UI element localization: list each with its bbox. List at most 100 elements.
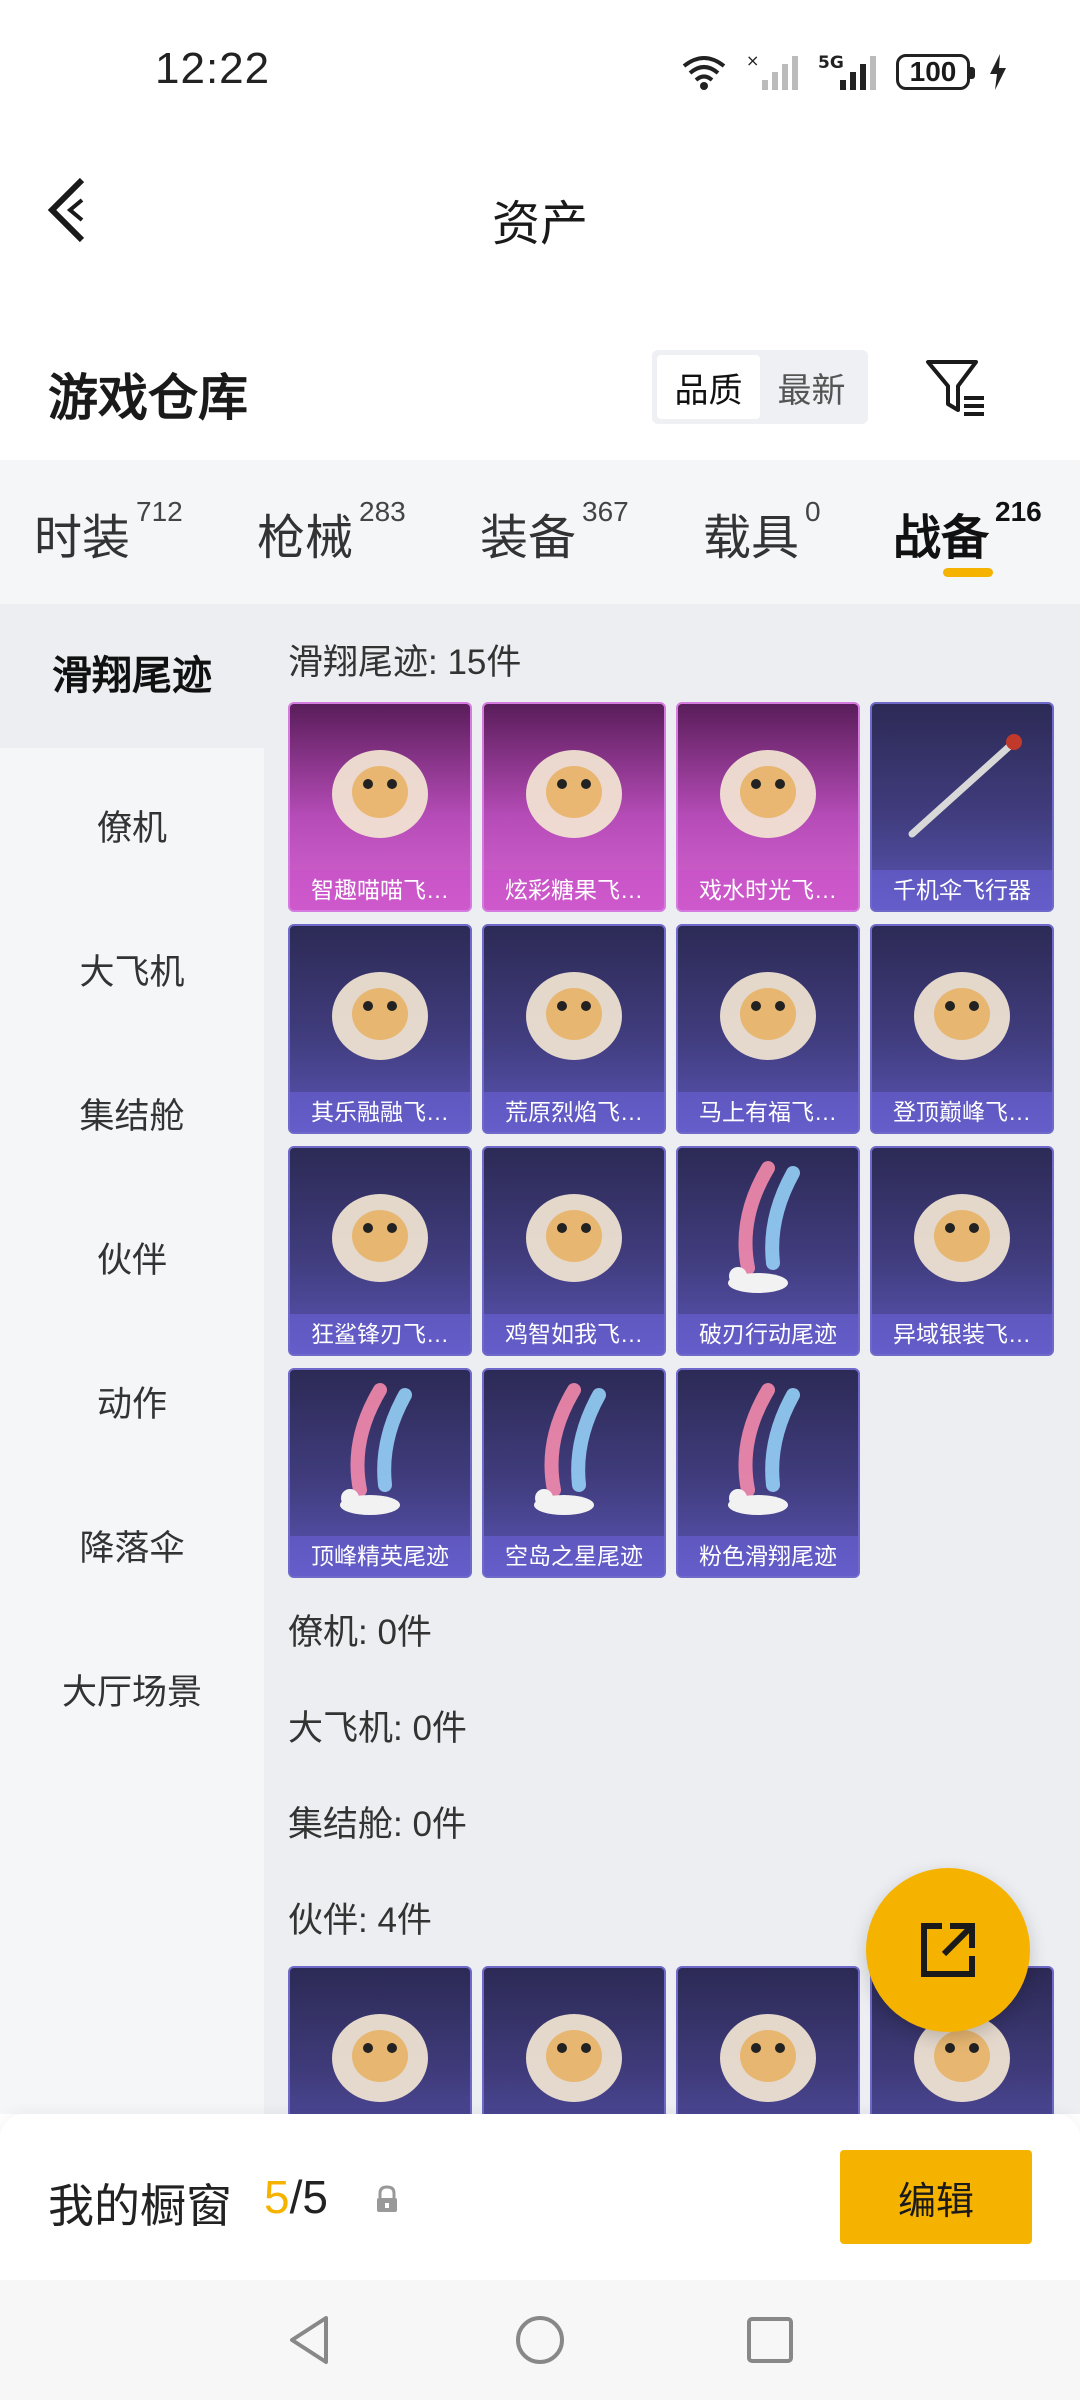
item-card-label: 智趣喵喵飞…	[290, 870, 470, 910]
filter-icon	[926, 360, 984, 416]
item-card-label: 登顶巅峰飞…	[872, 1092, 1052, 1132]
item-card-label: 炫彩糖果飞…	[484, 870, 664, 910]
jet-glider-icon	[914, 972, 1010, 1060]
sidebar-item-glide-trail[interactable]: 滑翔尾迹	[0, 604, 264, 748]
tab-count: 216	[995, 496, 1042, 527]
item-card-label: 鸡智如我飞…	[484, 1314, 664, 1354]
smoke-trail-icon	[534, 1383, 606, 1515]
item-card[interactable]: 马上有福飞…	[676, 924, 860, 1134]
system-nav-bar	[0, 2280, 1080, 2400]
header: 资产	[0, 140, 1080, 280]
sidebar-item-parachute[interactable]: 降落伞	[0, 1520, 264, 1571]
horse-toy-icon	[720, 972, 816, 1060]
section-wingman: 僚机: 0件	[288, 1613, 432, 1652]
filter-button[interactable]	[920, 352, 990, 422]
share-export-icon	[921, 1923, 975, 1977]
sort-option-quality[interactable]: 品质	[657, 355, 760, 419]
item-card[interactable]: 戏水时光飞…	[676, 702, 860, 912]
wing-glider-icon	[914, 1194, 1010, 1282]
nav-back-icon[interactable]	[280, 2310, 340, 2370]
sidebar: 滑翔尾迹 僚机 大飞机 集结舱 伙伴 动作 降落伞 大厅场景	[0, 604, 264, 2114]
warehouse-title: 游戏仓库	[48, 370, 248, 426]
showcase-title: 我的橱窗	[48, 2180, 232, 2232]
item-card-label: 千机伞飞行器	[872, 870, 1052, 910]
item-card[interactable]: 空岛之星尾迹	[482, 1368, 666, 1578]
item-card[interactable]: 其乐融融飞…	[288, 924, 472, 1134]
item-card[interactable]	[482, 1966, 666, 2114]
item-card[interactable]: 鸡智如我飞…	[482, 1146, 666, 1356]
battery-indicator: 100	[896, 54, 975, 90]
item-card[interactable]: 荒原烈焰飞…	[482, 924, 666, 1134]
item-card[interactable]: 异域银装飞…	[870, 1146, 1054, 1356]
section-partner: 伙伴: 4件	[288, 1901, 432, 1940]
tab-label: 枪械	[257, 512, 354, 565]
item-card-label: 异域银装飞…	[872, 1314, 1052, 1354]
sidebar-item-emote[interactable]: 动作	[0, 1376, 264, 1427]
tab-battle-prep[interactable]: 战备216	[893, 496, 1042, 568]
section-capsule: 集结舱: 0件	[288, 1805, 467, 1844]
tab-fashion[interactable]: 时装712	[34, 496, 183, 568]
showcase-bar: 我的橱窗 5/5 编辑	[0, 2114, 1080, 2280]
item-card-label: 戏水时光飞…	[678, 870, 858, 910]
item-card[interactable]	[676, 1966, 860, 2114]
no-signal-icon: ×	[746, 52, 798, 90]
item-card[interactable]: 千机伞飞行器	[870, 702, 1054, 912]
glide-trail-grid: 智趣喵喵飞… 炫彩糖果飞… 戏水时光飞… 千机伞飞行器其乐融融飞… 荒原烈焰飞… 马上有福…	[288, 702, 1068, 1582]
item-card-label: 荒原烈焰飞…	[484, 1092, 664, 1132]
svg-text:×: ×	[746, 52, 759, 70]
tab-count: 367	[582, 496, 629, 527]
item-card[interactable]: 顶峰精英尾迹	[288, 1368, 472, 1578]
smoke-trail-icon	[340, 1383, 412, 1515]
wifi-icon	[682, 56, 726, 90]
chicken-glider-icon	[526, 1194, 622, 1282]
item-card[interactable]: 炫彩糖果飞…	[482, 702, 666, 912]
penguin-balloon-icon	[332, 972, 428, 1060]
item-card[interactable]: 登顶巅峰飞…	[870, 924, 1054, 1134]
sidebar-item-big-plane[interactable]: 大飞机	[0, 944, 264, 995]
item-card[interactable]: 粉色滑翔尾迹	[676, 1368, 860, 1578]
sidebar-item-partner[interactable]: 伙伴	[0, 1232, 264, 1283]
sort-option-latest[interactable]: 最新	[760, 355, 863, 419]
tab-count: 283	[359, 496, 406, 527]
nav-recents-icon[interactable]	[740, 2310, 800, 2370]
item-card-label: 空岛之星尾迹	[484, 1536, 664, 1576]
charging-icon	[990, 54, 1006, 90]
share-fab-button[interactable]	[866, 1868, 1030, 2032]
tab-active-indicator	[943, 568, 993, 577]
cat-hovercraft-icon	[332, 750, 428, 838]
sidebar-item-lobby-scene[interactable]: 大厅场景	[0, 1664, 264, 1715]
showcase-count-total: /5	[289, 2171, 328, 2223]
nav-home-icon[interactable]	[510, 2310, 570, 2370]
lock-icon	[377, 2185, 397, 2212]
item-card-label: 破刃行动尾迹	[678, 1314, 858, 1354]
pink-bird-partner-icon	[720, 2014, 816, 2102]
status-bar: 12:22 × 5G 100	[0, 0, 1080, 140]
edit-button[interactable]: 编辑	[840, 2150, 1032, 2244]
sidebar-item-capsule[interactable]: 集结舱	[0, 1088, 264, 1139]
smoke-trail-icon	[728, 1383, 800, 1515]
category-tabs: 时装712 枪械283 装备367 载具0 战备216	[0, 460, 1080, 604]
sidebar-item-wingman[interactable]: 僚机	[0, 800, 264, 851]
section-glide-trail: 滑翔尾迹: 15件	[288, 643, 522, 682]
tab-equipment[interactable]: 装备367	[480, 496, 629, 568]
shark-glider-icon	[332, 1194, 428, 1282]
item-card[interactable]: 狂鲨锋刃飞…	[288, 1146, 472, 1356]
svg-text:5G: 5G	[818, 53, 844, 73]
item-card-label: 顶峰精英尾迹	[290, 1536, 470, 1576]
status-icons: × 5G 100	[680, 50, 1008, 94]
tab-firearms[interactable]: 枪械283	[257, 496, 406, 568]
item-card[interactable]	[288, 1966, 472, 2114]
giraffe-float-icon	[720, 750, 816, 838]
item-card-label: 狂鲨锋刃飞…	[290, 1314, 470, 1354]
item-card[interactable]: 智趣喵喵飞…	[288, 702, 472, 912]
tab-label: 装备	[480, 512, 577, 565]
page-title: 资产	[491, 198, 588, 251]
rooster-partner-icon	[526, 2014, 622, 2102]
candy-glider-icon	[526, 750, 622, 838]
item-card-label: 马上有福飞…	[678, 1092, 858, 1132]
item-card[interactable]: 破刃行动尾迹	[676, 1146, 860, 1356]
tab-vehicles[interactable]: 载具0	[703, 496, 821, 568]
tab-label: 时装	[34, 512, 131, 565]
tab-count: 712	[136, 496, 183, 527]
tab-label: 载具	[703, 512, 800, 565]
